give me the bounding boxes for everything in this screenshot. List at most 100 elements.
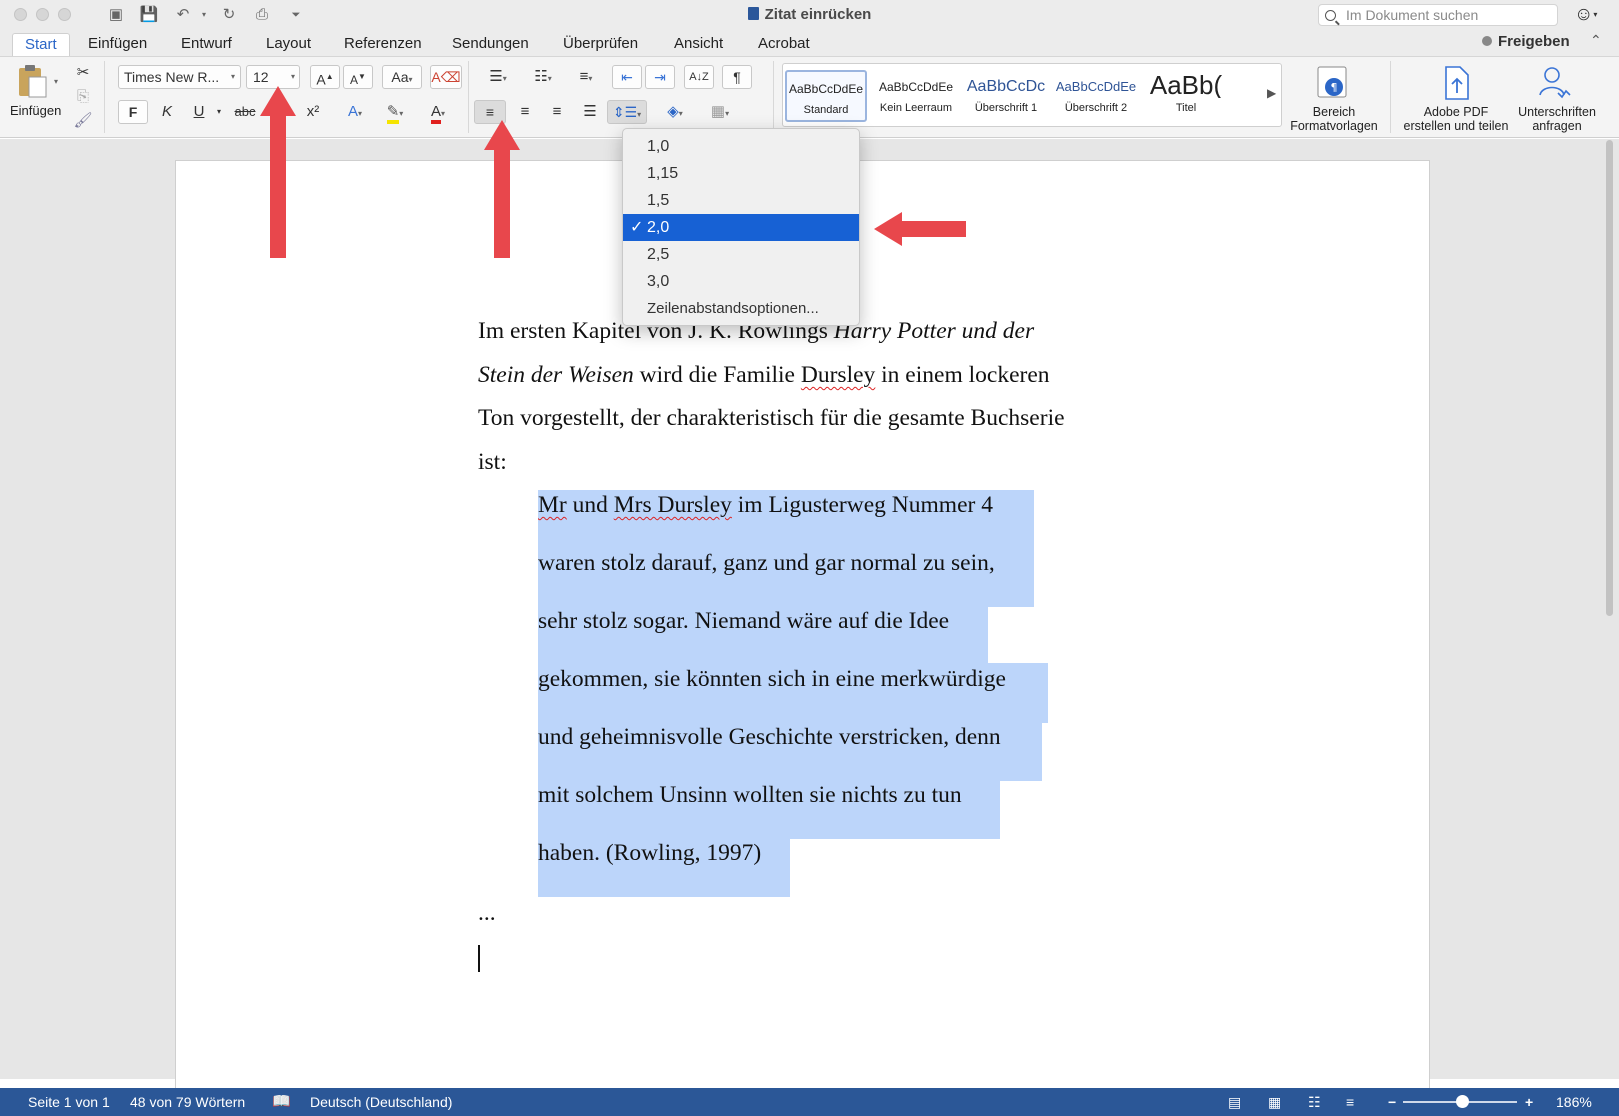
divider — [468, 61, 469, 133]
tab-einfuegen[interactable]: Einfügen — [76, 33, 159, 56]
zoom-level[interactable]: 186% — [1556, 1094, 1592, 1110]
strikethrough-button[interactable]: abc — [230, 100, 260, 124]
line-spacing-button[interactable]: ⇕☰▾ — [607, 100, 647, 124]
increase-indent-icon[interactable]: ⇥ — [645, 65, 675, 89]
divider — [1390, 61, 1391, 133]
style-ueberschrift-1[interactable]: AaBbCcDc Überschrift 1 — [965, 70, 1047, 122]
underline-button[interactable]: U — [184, 100, 214, 124]
quote-line: mit solchem Unsinn wollten sie nichts zu… — [538, 782, 962, 808]
quote-line: Mr und Mrs Dursley im Ligusterweg Nummer… — [538, 492, 993, 519]
outline-view-icon[interactable]: ☷ — [1308, 1094, 1321, 1111]
italic-title: Harry Potter und der — [833, 318, 1035, 344]
change-case-button[interactable]: Aa▾ — [382, 65, 422, 89]
format-painter-icon[interactable]: 🖌 — [72, 109, 94, 133]
status-bar: Seite 1 von 1 48 von 79 Wörtern 📖 Deutsc… — [0, 1088, 1619, 1116]
sort-icon[interactable]: A↓Z — [684, 65, 714, 89]
menu-item-2-5[interactable]: 2,5 — [623, 241, 859, 268]
scroll-thumb[interactable] — [1606, 140, 1613, 616]
text-run: und — [566, 492, 614, 518]
italic-button[interactable]: K — [152, 100, 182, 124]
paste-dropdown-icon[interactable]: ▾ — [54, 77, 58, 86]
quote-line: gekommen, sie könnten sich in eine merkw… — [538, 666, 1006, 692]
adobe-pdf-label[interactable]: Adobe PDF erstellen und teilen — [1394, 105, 1518, 133]
show-formatting-marks-icon[interactable]: ¶ — [722, 65, 752, 89]
paragraph-line: Stein der Weisen wird die Familie Dursle… — [478, 362, 1050, 389]
word-count[interactable]: 48 von 79 Wörtern — [130, 1094, 245, 1110]
styles-pane-icon[interactable]: ¶ — [1316, 65, 1348, 101]
tab-sendungen[interactable]: Sendungen — [440, 33, 541, 56]
document-search-input[interactable]: Im Dokument suchen — [1318, 4, 1558, 26]
signatures-label[interactable]: Unterschriften anfragen — [1502, 105, 1612, 133]
page-count[interactable]: Seite 1 von 1 — [28, 1094, 110, 1110]
borders-icon[interactable]: ▦▾ — [700, 100, 740, 124]
language[interactable]: Deutsch (Deutschland) — [310, 1094, 452, 1110]
adobe-pdf-icon[interactable] — [1440, 65, 1472, 101]
underline-dropdown-icon[interactable]: ▾ — [213, 100, 225, 124]
style-kein-leerraum[interactable]: AaBbCcDdEe Kein Leerraum — [875, 70, 957, 122]
justify-icon[interactable]: ☰ — [575, 100, 605, 124]
paste-icon[interactable] — [16, 63, 48, 99]
gallery-more-icon[interactable]: ▶ — [1267, 86, 1276, 100]
menu-item-1-5[interactable]: 1,5 — [623, 187, 859, 214]
cut-icon[interactable]: ✂ — [72, 61, 94, 85]
zoom-out-button[interactable]: − — [1388, 1094, 1396, 1110]
align-right-icon[interactable]: ≡ — [542, 100, 572, 124]
line-spacing-menu: 1,0 1,15 1,5 ✓ 2,0 2,5 3,0 Zeilenabstands… — [622, 128, 860, 326]
style-name: Überschrift 2 — [1064, 102, 1128, 114]
tab-ansicht[interactable]: Ansicht — [662, 33, 735, 56]
tab-acrobat[interactable]: Acrobat — [746, 33, 822, 56]
superscript-button[interactable]: x² — [298, 100, 328, 124]
tab-referenzen[interactable]: Referenzen — [332, 33, 434, 56]
draft-view-icon[interactable]: ≡ — [1346, 1094, 1354, 1110]
title-bar: ▣ 💾 ↶ ▾ ↻ ⎙ ⏷ Zitat einrücken Im Dokumen… — [0, 0, 1619, 30]
font-name-select[interactable]: Times New R... ▾ — [118, 65, 241, 89]
menu-item-2-0[interactable]: ✓ 2,0 — [623, 214, 859, 241]
tab-layout[interactable]: Layout — [254, 33, 323, 56]
style-titel[interactable]: AaBb( Titel — [1145, 70, 1227, 122]
menu-item-1-15[interactable]: 1,15 — [623, 160, 859, 187]
divider — [773, 61, 774, 133]
divider — [104, 61, 105, 133]
menu-item-3-0[interactable]: 3,0 — [623, 268, 859, 295]
zoom-slider-thumb[interactable] — [1455, 1095, 1469, 1108]
text-run: in einem lockeren — [875, 362, 1050, 388]
style-ueberschrift-2[interactable]: AaBbCcDdEe Überschrift 2 — [1055, 70, 1137, 122]
annotation-arrow-up-icon — [484, 120, 520, 258]
misspelled-word[interactable]: Dursley — [801, 362, 875, 388]
bold-button[interactable]: F — [118, 100, 148, 124]
collapse-ribbon-icon[interactable]: ⌃ — [1590, 32, 1602, 49]
print-layout-icon[interactable]: ▤ — [1228, 1094, 1241, 1111]
bullets-icon[interactable]: ☰▾ — [478, 65, 518, 89]
clear-formatting-icon[interactable]: A⌫ — [430, 65, 462, 89]
tab-start[interactable]: Start — [12, 33, 70, 56]
style-name: Überschrift 1 — [974, 102, 1038, 114]
misspelled-word[interactable]: Mrs Dursley — [614, 492, 732, 518]
vertical-scrollbar[interactable] — [1604, 140, 1615, 1080]
menu-item-1-0[interactable]: 1,0 — [623, 133, 859, 160]
zoom-in-button[interactable]: + — [1525, 1094, 1533, 1110]
feedback-smiley-icon[interactable]: ☺▾ — [1574, 4, 1597, 26]
web-layout-icon[interactable]: ▦ — [1268, 1094, 1281, 1111]
quote-line: und geheimnisvolle Geschichte verstricke… — [538, 724, 1001, 750]
shrink-font-button[interactable]: A▼ — [343, 65, 373, 89]
highlight-color-icon[interactable]: ✎▾ — [377, 100, 413, 124]
decrease-indent-icon[interactable]: ⇤ — [612, 65, 642, 89]
font-color-icon[interactable]: A▾ — [420, 100, 456, 124]
grow-font-button[interactable]: A▲ — [310, 65, 340, 89]
tab-ueberpruefen[interactable]: Überprüfen — [551, 33, 650, 56]
share-button[interactable]: Freigeben — [1482, 33, 1570, 50]
text-run: wird die Familie — [633, 362, 801, 388]
text-effects-icon[interactable]: A▾ — [338, 100, 372, 124]
shading-icon[interactable]: ◈▾ — [655, 100, 695, 124]
styles-pane-label[interactable]: Bereich Formatvorlagen — [1284, 105, 1384, 133]
numbering-icon[interactable]: ☷▾ — [523, 65, 563, 89]
multilevel-list-icon[interactable]: ≡▾ — [566, 65, 606, 89]
copy-icon[interactable]: ⎘ — [72, 85, 94, 109]
style-standard[interactable]: AaBbCcDdEe Standard — [785, 70, 867, 122]
menu-item-line-spacing-options[interactable]: Zeilenabstandsoptionen... — [623, 295, 859, 322]
signatures-icon[interactable] — [1536, 65, 1576, 101]
misspelled-word[interactable]: Mr — [538, 492, 567, 518]
proofing-icon[interactable]: 📖 — [272, 1092, 291, 1110]
tab-entwurf[interactable]: Entwurf — [169, 33, 244, 56]
annotation-arrow-left-icon — [874, 212, 966, 246]
